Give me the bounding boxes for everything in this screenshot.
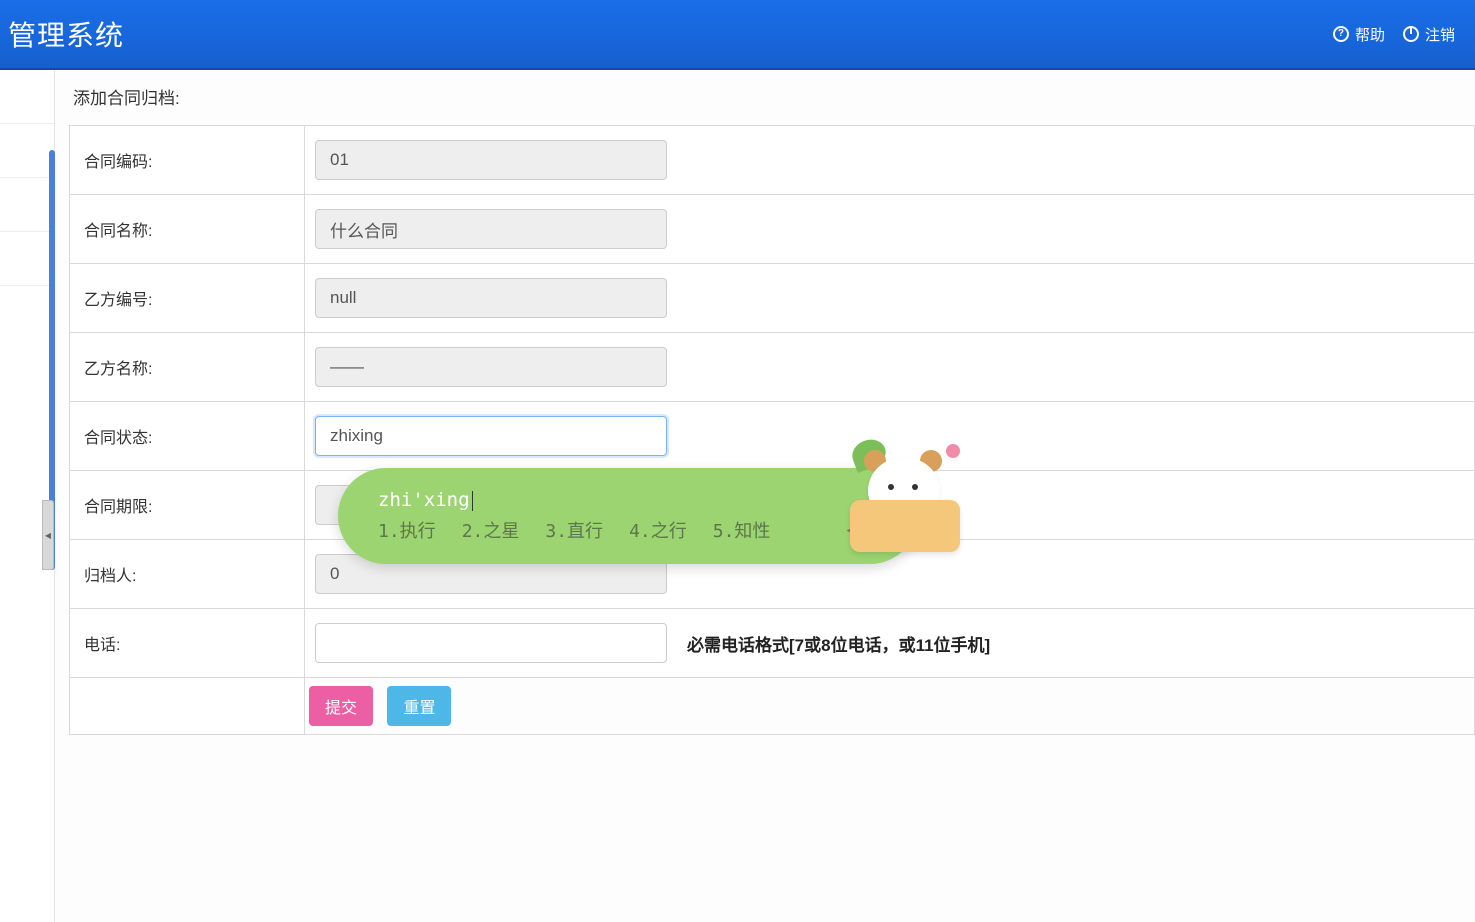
form-table: 合同编码: 合同名称: 乙方编号: 乙方名称: <box>69 125 1475 735</box>
row-phone: 电话: 必需电话格式[7或8位电话，或11位手机] <box>70 609 1475 678</box>
sidebar-item[interactable] <box>0 124 54 178</box>
phone-hint: 必需电话格式[7或8位电话，或11位手机] <box>687 631 990 656</box>
power-icon <box>1403 26 1419 42</box>
ime-candidate-bar: zhi'xing 1.执行 2.之星 3.直行 4.之行 5.知性 ◀ ▶ ▾ <box>338 468 918 564</box>
ime-candidate[interactable]: 4.之行 <box>629 517 687 543</box>
row-contract-name: 合同名称: <box>70 195 1475 264</box>
label-contract-term: 合同期限: <box>70 471 305 540</box>
cell-buttons: 提交 重置 <box>305 678 1475 735</box>
label-archiver: 归档人: <box>70 540 305 609</box>
input-contract-code[interactable] <box>315 140 667 180</box>
input-phone[interactable] <box>315 623 667 663</box>
logout-label: 注销 <box>1425 24 1455 45</box>
label-partyb-code: 乙方编号: <box>70 264 305 333</box>
row-partyb-code: 乙方编号: <box>70 264 1475 333</box>
input-partyb-code[interactable] <box>315 278 667 318</box>
header-actions: ? 帮助 注销 <box>1333 24 1455 45</box>
ime-candidate[interactable]: 1.执行 <box>378 517 436 543</box>
ime-candidate[interactable]: 3.直行 <box>545 517 603 543</box>
cell-phone: 必需电话格式[7或8位电话，或11位手机] <box>305 609 1475 678</box>
sidebar-item[interactable] <box>0 178 54 232</box>
app-header: 管理系统 ? 帮助 注销 <box>0 0 1475 70</box>
logout-button[interactable]: 注销 <box>1403 24 1455 45</box>
input-contract-status[interactable] <box>315 416 667 456</box>
form-title: 添加合同归档: <box>69 84 1475 109</box>
input-partyb-name[interactable] <box>315 347 667 387</box>
cell-contract-code <box>305 126 1475 195</box>
sidebar-item[interactable] <box>0 70 54 124</box>
help-button[interactable]: ? 帮助 <box>1333 24 1385 45</box>
ime-candidate-list: 1.执行 2.之星 3.直行 4.之行 5.知性 ◀ ▶ ▾ <box>378 517 878 543</box>
sidebar <box>0 70 55 922</box>
cell-partyb-code <box>305 264 1475 333</box>
submit-button[interactable]: 提交 <box>309 686 373 726</box>
ime-mascot <box>838 440 978 560</box>
ime-composing-text: zhi'xing <box>378 489 878 511</box>
reset-button[interactable]: 重置 <box>387 686 451 726</box>
label-contract-code: 合同编码: <box>70 126 305 195</box>
label-phone: 电话: <box>70 609 305 678</box>
help-label: 帮助 <box>1355 24 1385 45</box>
cell-partyb-name <box>305 333 1475 402</box>
help-icon: ? <box>1333 26 1349 42</box>
app-title: 管理系统 <box>8 14 124 54</box>
ime-candidate[interactable]: 2.之星 <box>462 517 520 543</box>
label-contract-status: 合同状态: <box>70 402 305 471</box>
cell-contract-name <box>305 195 1475 264</box>
row-contract-code: 合同编码: <box>70 126 1475 195</box>
row-contract-status: 合同状态: <box>70 402 1475 471</box>
sidebar-item[interactable] <box>0 232 54 286</box>
row-partyb-name: 乙方名称: <box>70 333 1475 402</box>
sidebar-collapse-handle[interactable] <box>42 500 54 570</box>
input-contract-name[interactable] <box>315 209 667 249</box>
label-partyb-name: 乙方名称: <box>70 333 305 402</box>
label-contract-name: 合同名称: <box>70 195 305 264</box>
ime-candidate[interactable]: 5.知性 <box>713 517 771 543</box>
row-buttons: 提交 重置 <box>70 678 1475 735</box>
